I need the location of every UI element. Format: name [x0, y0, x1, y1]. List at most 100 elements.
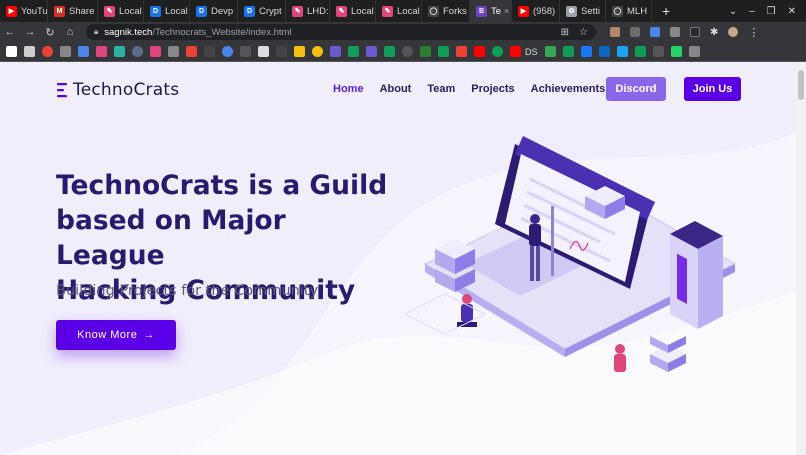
browser-tab[interactable]: D Crypt: [238, 0, 286, 22]
bookmark-favicon[interactable]: [544, 46, 556, 57]
bookmark-favicon[interactable]: [438, 46, 449, 57]
b-icon: B: [476, 5, 487, 17]
bookmark-favicon[interactable]: [42, 46, 53, 57]
close-tab-icon[interactable]: ×: [501, 6, 509, 16]
bookmark-favicon[interactable]: [168, 46, 179, 57]
extension-icon[interactable]: [630, 27, 640, 37]
bookmark-favicon[interactable]: [6, 46, 17, 57]
bookmark-label[interactable]: DS: [525, 47, 538, 57]
bookmark-favicon[interactable]: [616, 46, 628, 57]
tab-search-icon[interactable]: ⌄: [729, 6, 737, 17]
know-more-button[interactable]: Know More →: [56, 320, 176, 350]
browser-tab[interactable]: B Te ×: [470, 0, 512, 22]
lock-icon[interactable]: 🔒︎: [94, 27, 98, 37]
bookmark-favicon[interactable]: [634, 46, 646, 57]
reload-icon[interactable]: ↻: [40, 26, 60, 39]
tab-title: YouTu: [21, 5, 48, 17]
scrollbar-thumb[interactable]: [798, 70, 804, 100]
forward-icon[interactable]: →: [20, 26, 40, 38]
bookmark-favicon[interactable]: [366, 46, 377, 57]
bookmark-favicon[interactable]: [688, 46, 700, 57]
extension-icon[interactable]: [610, 27, 620, 37]
bookmark-favicon[interactable]: [330, 46, 341, 57]
nav-achievements[interactable]: Achievements: [531, 83, 606, 95]
discord-button[interactable]: Discord: [606, 77, 666, 101]
browser-tab[interactable]: ◯ Forks: [422, 0, 470, 22]
nav-projects[interactable]: Projects: [471, 83, 514, 95]
home-icon[interactable]: ⌂: [60, 26, 80, 38]
nav-team[interactable]: Team: [427, 83, 455, 95]
extension-icon[interactable]: [690, 27, 700, 37]
menu-kebab-icon[interactable]: ⋮: [748, 26, 759, 39]
d-icon: D: [244, 5, 255, 17]
tab-title: Share: [69, 5, 95, 17]
extension-icon[interactable]: [650, 27, 660, 37]
browser-tab[interactable]: ◯ MLH: [606, 0, 652, 22]
browser-tab[interactable]: ✎ Local: [376, 0, 422, 22]
browser-tab[interactable]: D Local: [144, 0, 190, 22]
join-us-button[interactable]: Join Us: [684, 77, 741, 101]
profile-avatar[interactable]: [728, 27, 739, 37]
bookmark-favicon[interactable]: [150, 46, 161, 57]
hero-title-line-2: based on Major League: [56, 205, 286, 271]
bookmark-favicon[interactable]: [474, 46, 485, 57]
browser-tab[interactable]: D Devp: [190, 0, 238, 22]
close-window-icon[interactable]: ✕: [788, 6, 796, 17]
bookmark-favicon[interactable]: [580, 46, 592, 57]
brand-name: TechnoCrats: [73, 80, 180, 100]
bookmark-favicon[interactable]: [258, 46, 269, 57]
browser-tab[interactable]: M Share: [48, 0, 98, 22]
extension-icon[interactable]: [670, 27, 680, 37]
github-icon: ◯: [428, 5, 439, 17]
address-bar[interactable]: 🔒︎ sagnik.tech /Technocrats_Website/inde…: [86, 24, 596, 40]
browser-tab[interactable]: ✎ LHD:: [286, 0, 330, 22]
bookmark-favicon[interactable]: [312, 46, 323, 57]
url-path: /Technocrats_Website/index.html: [152, 26, 292, 38]
bookmark-star-icon[interactable]: ☆: [579, 27, 588, 38]
puzzle-icon[interactable]: ✱: [710, 27, 718, 38]
browser-tab[interactable]: ✎ Local: [330, 0, 376, 22]
bookmark-favicon[interactable]: [78, 46, 89, 57]
bookmark-favicon[interactable]: [96, 46, 107, 57]
bookmark-favicon[interactable]: [492, 46, 503, 57]
bookmark-favicon[interactable]: [204, 46, 215, 57]
extensions-area: ✱ ⋮: [610, 26, 759, 39]
back-icon[interactable]: ←: [0, 26, 20, 38]
bookmark-favicon[interactable]: [294, 46, 305, 57]
nav-about[interactable]: About: [380, 83, 412, 95]
bookmark-favicon[interactable]: [222, 46, 233, 57]
bookmark-favicon[interactable]: [510, 46, 521, 57]
page-scrollbar[interactable]: [796, 62, 806, 455]
bookmark-favicon[interactable]: [562, 46, 574, 57]
browser-tab[interactable]: ✎ Local: [98, 0, 144, 22]
bookmark-favicon[interactable]: [384, 46, 395, 57]
bookmark-favicon[interactable]: [24, 46, 35, 57]
brand-logo[interactable]: TechnoCrats: [56, 80, 179, 100]
browser-tab[interactable]: ▶ YouTu: [0, 0, 48, 22]
bookmark-favicon[interactable]: [670, 46, 682, 57]
logo-icon: [57, 83, 67, 98]
bookmark-favicon[interactable]: [420, 46, 431, 57]
bookmark-favicon[interactable]: [186, 46, 197, 57]
browser-tab[interactable]: ▶ (958): [512, 0, 560, 22]
bookmark-favicon[interactable]: [598, 46, 610, 57]
minimize-icon[interactable]: –: [749, 6, 755, 17]
tab-title: Te: [491, 5, 502, 17]
tab-title: Forks: [443, 5, 467, 17]
restore-icon[interactable]: ❐: [767, 6, 776, 17]
bookmark-favicon[interactable]: [652, 46, 664, 57]
bookmark-favicon[interactable]: [276, 46, 287, 57]
bookmark-favicon[interactable]: [60, 46, 71, 57]
bookmark-favicon[interactable]: [114, 46, 125, 57]
install-app-icon[interactable]: ⊞: [561, 27, 569, 38]
nav-home[interactable]: Home: [333, 83, 364, 95]
bookmark-favicon[interactable]: [402, 46, 413, 57]
tab-title: Devp: [211, 5, 234, 17]
browser-tab[interactable]: ⚙ Setti: [560, 0, 606, 22]
bookmark-favicon[interactable]: [456, 46, 467, 57]
bookmark-favicon[interactable]: [240, 46, 251, 57]
bookmark-favicon[interactable]: [132, 46, 143, 57]
bookmark-favicon[interactable]: [348, 46, 359, 57]
new-tab-icon[interactable]: +: [652, 3, 680, 19]
tab-title: Local: [119, 5, 142, 17]
